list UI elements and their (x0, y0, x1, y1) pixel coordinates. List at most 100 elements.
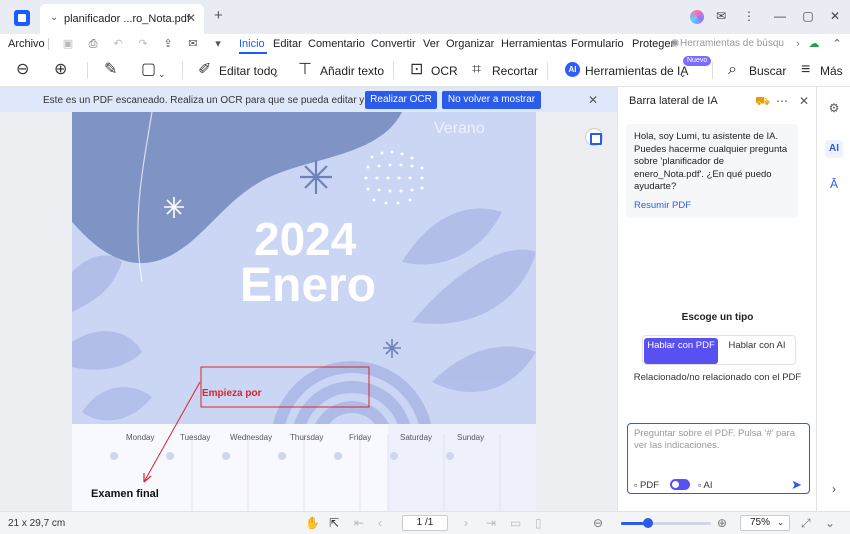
ocr-icon[interactable]: ⊡ (410, 62, 423, 78)
ai-tools-button[interactable]: Herramientas de IA (585, 64, 688, 78)
document-viewport[interactable]: Verano 2024 Enero Empieza por Monday Tue… (0, 112, 617, 511)
menu-convertir[interactable]: Convertir (371, 38, 416, 50)
add-text-icon[interactable]: ⊤ (298, 62, 312, 78)
mode-title: Escoge un tipo (681, 312, 754, 323)
crop-icon[interactable]: ⌗ (472, 62, 481, 78)
ai-sidebar-icon[interactable]: AI (825, 140, 843, 158)
cart-icon[interactable]: ⛟ (755, 94, 770, 110)
chevron-down-icon[interactable]: ⌄ (272, 66, 280, 82)
edit-all-button[interactable]: Editar todo (219, 64, 277, 78)
weekday-label: Saturday (400, 433, 433, 442)
chevron-right-icon[interactable]: › (792, 38, 804, 50)
ai-tools-icon[interactable]: AI (565, 62, 580, 77)
ocr-notice-bar: Este es un PDF escaneado. Realiza un OCR… (0, 87, 617, 112)
question-placeholder: Preguntar sobre el PDF. Pulsa '#' para v… (634, 428, 795, 451)
hand-tool-icon[interactable]: ✋ (305, 516, 320, 530)
menu-formulario[interactable]: Formulario (571, 38, 624, 50)
talk-to-pdf-button[interactable]: Hablar con PDF (644, 338, 718, 364)
weekday-label: Friday (349, 433, 372, 442)
zoom-in-icon[interactable]: ⊕ (717, 516, 727, 530)
ocr-button[interactable]: OCR (431, 64, 458, 78)
ai-sidebar: Barra lateral de IA ⛟ ⋯ ✕ Hola, soy Lumi… (617, 87, 816, 511)
maximize-icon[interactable]: ▢ (800, 9, 816, 23)
tools-search-input[interactable]: Herramientas de búsqu (680, 38, 784, 49)
tab-title: planificador ...ro_Nota.pdf (64, 13, 190, 25)
translate-icon[interactable]: Ā (825, 175, 843, 193)
edit-all-icon[interactable]: ✐ (198, 62, 211, 78)
menu-divider (48, 38, 49, 50)
add-text-button[interactable]: Añadir texto (320, 64, 384, 78)
source-toggle[interactable] (670, 479, 690, 490)
crop-button[interactable]: Recortar (492, 64, 538, 78)
zoom-in-icon[interactable]: ⊕ (54, 62, 67, 78)
avatar[interactable] (690, 10, 704, 24)
search-button[interactable]: Buscar (749, 64, 786, 78)
toolbar-divider (87, 62, 88, 79)
redo-icon[interactable]: ↷ (137, 38, 149, 50)
chevron-down-icon[interactable]: ⌄ (679, 66, 687, 82)
menu-herramientas[interactable]: Herramientas (501, 38, 567, 50)
share-icon[interactable]: ⇪ (162, 38, 174, 50)
menu-organizar[interactable]: Organizar (446, 38, 494, 50)
menu-inicio[interactable]: Inicio (239, 38, 265, 50)
dont-show-again-button[interactable]: No volver a mostrar (442, 91, 541, 109)
close-window-icon[interactable]: ✕ (827, 9, 843, 23)
weekday-label: Tuesday (180, 433, 211, 442)
close-panel-icon[interactable]: ✕ (799, 94, 809, 108)
document-tab[interactable]: ⌄ planificador ...ro_Nota.pdf ✕ (40, 4, 204, 34)
summarize-pdf-link[interactable]: Resumir PDF (634, 200, 691, 211)
zoom-level-select[interactable]: 75% ⌄ (740, 515, 790, 531)
prev-page-icon[interactable]: ‹ (378, 516, 382, 530)
message-icon[interactable]: ✉ (713, 9, 729, 23)
single-page-icon[interactable]: ▭ (510, 516, 521, 530)
mode-description: Relacionado/no relacionado con el PDF (633, 372, 802, 383)
more-button[interactable]: Más (820, 64, 843, 78)
chevron-down-icon[interactable]: ⌄ (158, 66, 166, 82)
mode-selector: Hablar con PDF Hablar con AI (642, 335, 796, 365)
shape-icon[interactable]: ▢ (141, 62, 156, 78)
more-options-icon[interactable]: ⋯ (776, 94, 788, 108)
page-tool-icon[interactable] (585, 128, 603, 146)
question-input[interactable]: Preguntar sobre el PDF. Pulsa '#' para v… (627, 423, 810, 494)
kebab-menu-icon[interactable]: ⋮ (741, 9, 757, 23)
menu-archivo[interactable]: Archivo (8, 38, 45, 50)
add-tab-icon[interactable]: + (214, 8, 223, 23)
search-icon[interactable]: ⌕ (728, 62, 737, 78)
menu-editar[interactable]: Editar (273, 38, 302, 50)
first-page-icon[interactable]: ⇤ (354, 516, 364, 530)
mail-icon[interactable]: ✉ (187, 38, 199, 50)
annotation-text[interactable]: Empieza por (202, 388, 261, 399)
minimize-icon[interactable]: — (772, 9, 788, 23)
weekday-label: Wednesday (230, 433, 273, 442)
select-tool-icon[interactable]: ⇱ (329, 516, 339, 530)
page-number-input[interactable]: 1 /1 (402, 515, 448, 531)
zoom-slider-handle[interactable] (643, 518, 653, 528)
chevron-down-icon[interactable]: ⌄ (50, 12, 58, 23)
send-icon[interactable]: ➤ (791, 477, 802, 493)
close-tab-icon[interactable]: ✕ (186, 11, 196, 25)
dropdown-icon[interactable]: ▾ (212, 38, 224, 50)
undo-icon[interactable]: ↶ (112, 38, 124, 50)
cloud-icon[interactable]: ☁ (808, 38, 820, 50)
pdf-page[interactable]: Verano 2024 Enero Empieza por Monday Tue… (72, 112, 536, 511)
close-notice-icon[interactable]: ✕ (588, 93, 598, 107)
menu-lines-icon[interactable]: ≡ (801, 62, 810, 78)
save-icon[interactable]: ▣ (62, 38, 74, 50)
perform-ocr-button[interactable]: Realizar OCR (365, 91, 437, 109)
two-page-icon[interactable]: ▯ (535, 516, 542, 530)
talk-to-ai-button[interactable]: Hablar con AI (720, 338, 794, 364)
zoom-out-icon[interactable]: ⊖ (593, 516, 603, 530)
zoom-out-icon[interactable]: ⊖ (16, 62, 29, 78)
print-icon[interactable]: ⎙ (87, 38, 99, 50)
collapse-icon[interactable]: ⌃ (831, 38, 843, 50)
last-page-icon[interactable]: ⇥ (486, 516, 496, 530)
menu-comentario[interactable]: Comentario (308, 38, 365, 50)
menu-ver[interactable]: Ver (423, 38, 440, 50)
next-page-icon[interactable]: › (464, 516, 468, 530)
properties-icon[interactable]: ⚙ (825, 99, 843, 117)
view-options-icon[interactable]: ⌄ (825, 516, 835, 530)
fit-page-icon[interactable]: ⤢ (801, 516, 811, 531)
menu-proteger[interactable]: Proteger (632, 38, 674, 50)
expand-rail-icon[interactable]: › (825, 480, 843, 498)
highlighter-icon[interactable]: ✎ (104, 62, 117, 78)
